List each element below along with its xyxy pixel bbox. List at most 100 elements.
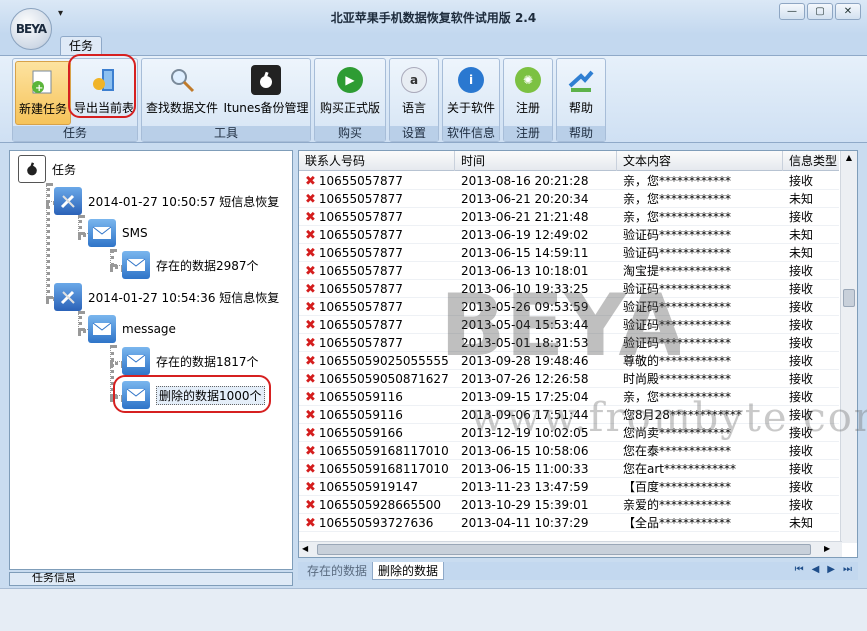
deleted-icon: ✖ bbox=[305, 192, 316, 207]
table-row[interactable]: ✖ 10655059168117010 2013-06-15 11:00:33 您在a… bbox=[299, 460, 839, 478]
tree-task2-existing-data[interactable]: 存在的数据1817个 bbox=[122, 347, 259, 375]
cell-message-type: 未知 bbox=[789, 192, 814, 206]
about-button[interactable]: i 关于软件 bbox=[445, 61, 497, 125]
cell-text-content: 验证码************ bbox=[623, 228, 732, 242]
table-row[interactable]: ✖ 10655057877 2013-08-16 20:21:28 亲，您******… bbox=[299, 172, 839, 190]
table-row[interactable]: ✖ 10655059286655​00 2013-10-29 15:39:01 亲爱的… bbox=[299, 496, 839, 514]
vertical-scrollbar[interactable]: ▲ bbox=[840, 151, 857, 543]
table-row[interactable]: ✖ 10655057877 2013-06-21 21:21:48 亲，您******… bbox=[299, 208, 839, 226]
app-logo[interactable]: BEYA bbox=[10, 8, 52, 50]
deleted-icon: ✖ bbox=[305, 498, 316, 513]
table-row[interactable]: ✖ 10655057877 2013-05-01 18:31:53 验证码******… bbox=[299, 334, 839, 352]
table-row[interactable]: ✖ 10655059168117010 2013-06-15 10:58:06 您在泰… bbox=[299, 442, 839, 460]
buy-full-version-button[interactable]: ▶ 购买正式版 bbox=[317, 61, 383, 125]
sms-table-panel: 联系人号码 时间 文本内容 信息类型 ✖ 10655057877 2013-08-1… bbox=[298, 150, 858, 558]
deleted-icon: ✖ bbox=[305, 210, 316, 225]
deleted-icon: ✖ bbox=[305, 462, 316, 477]
deleted-icon: ✖ bbox=[305, 228, 316, 243]
cell-contact-number: 10655059286655​00 bbox=[318, 498, 442, 512]
cell-contact-number: 10655059166 bbox=[318, 426, 403, 440]
task-info-label: 任务信息 bbox=[32, 572, 76, 584]
column-message-type[interactable]: 信息类型 bbox=[783, 151, 843, 171]
table-row[interactable]: ✖ 10655059025055555 2013-09-28 19:48:46 尊敬的… bbox=[299, 352, 839, 370]
cell-message-type: 接收 bbox=[789, 174, 814, 188]
table-row[interactable]: ✖ 10655057877 2013-05-26 09:53:59 验证码******… bbox=[299, 298, 839, 316]
column-text-content[interactable]: 文本内容 bbox=[617, 151, 783, 171]
table-row[interactable]: ✖ 10655057877 2013-05-04 15:53:44 验证码******… bbox=[299, 316, 839, 334]
tab-existing-data[interactable]: 存在的数据 bbox=[302, 562, 372, 580]
find-data-file-button[interactable]: 查找数据文件 bbox=[144, 61, 220, 125]
watermark-url: www.frombyte.com bbox=[470, 395, 867, 441]
first-page-icon[interactable]: ⏮ bbox=[795, 564, 804, 575]
data-tabs: 存在的数据 删除的数据 ⏮ ◀ ▶ ⏭ bbox=[298, 562, 858, 580]
cell-text-content: 亲爱的************ bbox=[623, 498, 732, 512]
help-label: 帮助 bbox=[568, 101, 593, 115]
task-info-panel[interactable]: 任务信息 bbox=[9, 572, 293, 586]
close-button[interactable]: ✕ bbox=[835, 3, 861, 20]
cell-text-content: 尊敬的************ bbox=[623, 354, 732, 368]
tree-task-2[interactable]: 2014-01-27 10:54:36 短信息恢复 bbox=[54, 283, 279, 311]
scroll-right-icon[interactable]: ▶ bbox=[824, 544, 836, 556]
tree-task1-existing-data[interactable]: 存在的数据2987个 bbox=[122, 251, 259, 279]
tree-message-folder[interactable]: message bbox=[88, 315, 176, 343]
ribbon-group-help-label: 帮助 bbox=[557, 126, 605, 141]
table-row[interactable]: ✖ 10655057877 2013-06-15 14:59:11 验证码******… bbox=[299, 244, 839, 262]
tree-sms-folder[interactable]: SMS bbox=[88, 219, 148, 247]
prev-page-icon[interactable]: ◀ bbox=[812, 564, 820, 575]
last-page-icon[interactable]: ⏭ bbox=[843, 564, 852, 575]
horizontal-scrollbar[interactable]: ◀ ▶ bbox=[299, 541, 842, 557]
register-label: 注册 bbox=[515, 101, 540, 115]
cell-time: 2013-06-21 20:20:34 bbox=[461, 192, 589, 206]
cell-text-content: 亲，您************ bbox=[623, 210, 732, 224]
scroll-left-icon[interactable]: ◀ bbox=[302, 544, 314, 556]
table-row[interactable]: ✖ 10655057877 2013-06-21 20:20:34 亲，您******… bbox=[299, 190, 839, 208]
cell-message-type: 未知 bbox=[789, 246, 814, 260]
register-button[interactable]: ✺ 注册 bbox=[506, 61, 550, 125]
new-task-button[interactable]: + 新建任务 bbox=[15, 61, 71, 125]
scroll-up-icon[interactable]: ▲ bbox=[843, 153, 855, 165]
cell-contact-number: 10655057877 bbox=[318, 336, 403, 350]
itunes-backup-button[interactable]: Itunes备份管理 bbox=[222, 61, 310, 125]
language-button[interactable]: a 语言 bbox=[392, 61, 436, 125]
cell-text-content: 验证码************ bbox=[623, 246, 732, 260]
cell-time: 2013-06-15 10:58:06 bbox=[461, 444, 589, 458]
play-icon: ▶ bbox=[335, 65, 365, 95]
cell-text-content: 验证码************ bbox=[623, 318, 732, 332]
ribbon-group-tools: 查找数据文件 Itunes备份管理 工具 bbox=[141, 58, 311, 142]
ribbon-group-info: i 关于软件 软件信息 bbox=[442, 58, 500, 142]
table-row[interactable]: ✖ 10655059050871627 2013-07-26 12:26:58 时尚殿… bbox=[299, 370, 839, 388]
tree-task-1[interactable]: 2014-01-27 10:50:57 短信息恢复 bbox=[54, 187, 279, 215]
help-button[interactable]: 帮助 bbox=[559, 61, 603, 125]
maximize-button[interactable]: ▢ bbox=[807, 3, 833, 20]
cell-message-type: 接收 bbox=[789, 462, 814, 476]
table-row[interactable]: ✖ 10655059372763​6 2013-04-11 10:37:29 【全品*… bbox=[299, 514, 839, 532]
tree-root-task[interactable]: 任务 bbox=[18, 155, 76, 183]
cell-contact-number: 10655057877 bbox=[318, 210, 403, 224]
vertical-scroll-thumb[interactable] bbox=[843, 289, 855, 307]
cell-time: 2013-07-26 12:26:58 bbox=[461, 372, 589, 386]
column-time[interactable]: 时间 bbox=[455, 151, 617, 171]
tab-task[interactable]: 任务 bbox=[60, 36, 102, 56]
table-row[interactable]: ✖ 10655057877 2013-06-13 10:18:01 淘宝提******… bbox=[299, 262, 839, 280]
info-icon: i bbox=[456, 65, 486, 95]
table-row[interactable]: ✖ 10655057877 2013-06-19 12:49:02 验证码******… bbox=[299, 226, 839, 244]
new-task-label: 新建任务 bbox=[18, 102, 67, 116]
column-contact-number[interactable]: 联系人号码 bbox=[299, 151, 455, 171]
ribbon-group-register-label: 注册 bbox=[504, 126, 552, 141]
cell-text-content: 时尚殿************ bbox=[623, 372, 732, 386]
deleted-icon: ✖ bbox=[305, 336, 316, 351]
horizontal-scroll-thumb[interactable] bbox=[317, 544, 811, 555]
cell-time: 2013-06-21 21:21:48 bbox=[461, 210, 589, 224]
cell-message-type: 接收 bbox=[789, 336, 814, 350]
table-row[interactable]: ✖ 106550591914​7 2013-11-23 13:47:59 【百度***… bbox=[299, 478, 839, 496]
tab-deleted-data[interactable]: 删除的数据 bbox=[372, 562, 445, 580]
deleted-icon: ✖ bbox=[305, 516, 316, 531]
envelope-icon bbox=[122, 347, 150, 375]
minimize-button[interactable]: — bbox=[779, 3, 805, 20]
cell-time: 2013-10-29 15:39:01 bbox=[461, 498, 589, 512]
deleted-icon: ✖ bbox=[305, 426, 316, 441]
cell-contact-number: 10655059116 bbox=[318, 408, 403, 422]
table-row[interactable]: ✖ 10655057877 2013-06-10 19:33:25 验证码******… bbox=[299, 280, 839, 298]
tree-message-label: message bbox=[122, 322, 176, 336]
next-page-icon[interactable]: ▶ bbox=[827, 564, 835, 575]
